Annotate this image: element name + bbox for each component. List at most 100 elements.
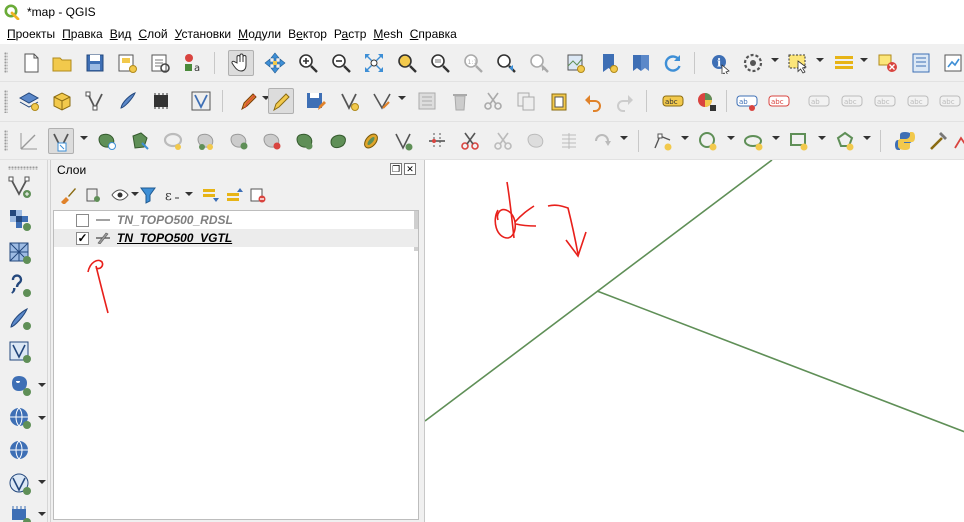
menu-item-4[interactable]: Установки bbox=[172, 25, 235, 43]
zoom-next-icon[interactable] bbox=[526, 50, 552, 76]
menu-item-8[interactable]: Mesh bbox=[370, 25, 405, 43]
digitize-with-segment-icon[interactable] bbox=[16, 128, 42, 154]
layer-labeling-icon[interactable]: ab bbox=[734, 88, 760, 114]
layer-visibility-checkbox[interactable]: ✓ bbox=[76, 231, 89, 245]
redo-icon[interactable] bbox=[612, 88, 638, 114]
geopackage-icon[interactable] bbox=[49, 88, 75, 114]
add-wms-layer-icon[interactable] bbox=[6, 404, 34, 432]
reshape-features-icon[interactable] bbox=[259, 128, 285, 154]
toolbar-grip[interactable] bbox=[4, 130, 8, 151]
vertex-editor-icon[interactable] bbox=[369, 88, 395, 114]
add-circle-icon[interactable] bbox=[695, 128, 721, 154]
add-virtual-layer-icon[interactable] bbox=[6, 338, 34, 366]
filter-legend-icon[interactable] bbox=[137, 184, 159, 206]
show-bookmarks-icon[interactable] bbox=[628, 50, 654, 76]
pan-map-icon[interactable] bbox=[228, 50, 254, 76]
toggle-editing-icon[interactable] bbox=[268, 88, 294, 114]
close-panel-icon[interactable]: ✕ bbox=[404, 163, 416, 175]
add-wcs-layer-icon[interactable] bbox=[6, 470, 34, 498]
split-features-icon[interactable] bbox=[424, 128, 450, 154]
save-layer-edits-icon[interactable] bbox=[302, 88, 328, 114]
digitize-vector-icon[interactable] bbox=[82, 88, 108, 114]
change-label-icon[interactable]: abc bbox=[937, 88, 963, 114]
new-bookmark-icon[interactable] bbox=[596, 50, 622, 76]
cut-features-icon[interactable] bbox=[480, 88, 506, 114]
add-postgis-layer-icon[interactable] bbox=[6, 371, 34, 399]
current-edits-icon[interactable] bbox=[235, 88, 261, 114]
select-features-icon[interactable] bbox=[785, 50, 811, 76]
toolbar-grip[interactable] bbox=[8, 166, 38, 170]
show-hide-labels-icon[interactable]: abc bbox=[839, 88, 865, 114]
rotate-point-symbols-icon[interactable] bbox=[556, 128, 582, 154]
delete-ring-icon[interactable] bbox=[193, 128, 219, 154]
gps-device-icon[interactable] bbox=[148, 88, 174, 114]
add-gps-layer-icon[interactable] bbox=[6, 305, 34, 333]
zoom-full-icon[interactable] bbox=[361, 50, 387, 76]
menu-item-2[interactable]: Вид bbox=[107, 25, 135, 43]
zoom-out-icon[interactable] bbox=[328, 50, 354, 76]
split-parts-icon[interactable] bbox=[457, 128, 483, 154]
undo-icon[interactable] bbox=[580, 88, 606, 114]
new-project-icon[interactable] bbox=[18, 50, 44, 76]
open-project-icon[interactable] bbox=[49, 50, 75, 76]
open-layer-styling-icon[interactable] bbox=[57, 184, 79, 206]
zoom-in-icon[interactable] bbox=[295, 50, 321, 76]
digitize-pen-icon[interactable] bbox=[115, 88, 141, 114]
layer-visibility-checkbox[interactable] bbox=[76, 213, 89, 227]
paste-features-icon[interactable] bbox=[546, 88, 572, 114]
python-console-icon[interactable] bbox=[892, 128, 918, 154]
fill-ring-icon[interactable] bbox=[160, 128, 186, 154]
diagram-options-icon[interactable] bbox=[693, 88, 719, 114]
zoom-last-icon[interactable] bbox=[493, 50, 519, 76]
zoom-to-layer-icon[interactable] bbox=[427, 50, 453, 76]
add-group-icon[interactable] bbox=[82, 184, 104, 206]
highlight-pinned-labels-icon[interactable]: abc bbox=[766, 88, 792, 114]
merge-features-icon[interactable] bbox=[490, 128, 516, 154]
add-ellipse-icon[interactable] bbox=[741, 128, 767, 154]
new-print-layout-icon[interactable] bbox=[114, 50, 140, 76]
manage-map-themes-icon[interactable] bbox=[109, 184, 131, 206]
map-line-feature[interactable] bbox=[425, 160, 773, 422]
add-raster-layer-icon[interactable] bbox=[6, 206, 34, 234]
menu-item-0[interactable]: Проекты bbox=[4, 25, 58, 43]
collapse-all-icon[interactable] bbox=[223, 184, 245, 206]
layout-manager-icon[interactable] bbox=[147, 50, 173, 76]
menu-item-3[interactable]: Слой bbox=[135, 25, 170, 43]
deselect-features-icon[interactable] bbox=[875, 50, 901, 76]
refresh-icon[interactable] bbox=[660, 50, 686, 76]
add-part-icon[interactable] bbox=[127, 128, 153, 154]
map-canvas[interactable] bbox=[424, 160, 964, 522]
add-spatialite-layer-icon[interactable] bbox=[6, 501, 34, 522]
new-layer-icon[interactable] bbox=[16, 88, 42, 114]
run-feature-action-icon[interactable] bbox=[740, 50, 766, 76]
layer-row-vgtl[interactable]: ✓ TN_TOPO500_VGTL bbox=[54, 229, 418, 247]
menu-item-1[interactable]: Правка bbox=[59, 25, 106, 43]
toolbar-grip[interactable] bbox=[4, 90, 8, 113]
simplify-feature-icon[interactable] bbox=[391, 128, 417, 154]
layer-row-rdsl[interactable]: TN_TOPO500_RDSL bbox=[54, 211, 418, 229]
shape-digitizing-icon[interactable] bbox=[650, 128, 676, 154]
add-ring-icon[interactable] bbox=[94, 128, 120, 154]
delete-selected-icon[interactable] bbox=[447, 88, 473, 114]
new-map-view-icon[interactable] bbox=[563, 50, 589, 76]
menu-item-7[interactable]: Растр bbox=[331, 25, 369, 43]
add-rectangle-icon[interactable] bbox=[786, 128, 812, 154]
add-vector-layer-icon[interactable] bbox=[6, 173, 34, 201]
rotate-label-icon[interactable]: abc bbox=[905, 88, 931, 114]
add-line-feature-icon[interactable] bbox=[336, 88, 362, 114]
vertex-tool-icon[interactable] bbox=[188, 88, 214, 114]
expand-all-icon[interactable] bbox=[199, 184, 221, 206]
style-manager-icon[interactable]: a bbox=[180, 50, 206, 76]
add-delimited-text-layer-icon[interactable]: , bbox=[6, 272, 34, 300]
filter-by-expression-icon[interactable]: ε bbox=[161, 184, 183, 206]
move-label-icon[interactable]: abc bbox=[872, 88, 898, 114]
statistical-summary-icon[interactable] bbox=[940, 50, 964, 76]
processing-toolbox-icon[interactable] bbox=[925, 128, 951, 154]
identify-features-icon[interactable]: i bbox=[707, 50, 733, 76]
offset-point-symbols-icon[interactable] bbox=[589, 128, 615, 154]
menu-item-6[interactable]: Вектор bbox=[285, 25, 330, 43]
results-viewer-icon[interactable] bbox=[950, 128, 964, 154]
copy-features-icon[interactable] bbox=[513, 88, 539, 114]
offset-curve-icon[interactable] bbox=[292, 128, 318, 154]
merge-attributes-icon[interactable] bbox=[523, 128, 549, 154]
